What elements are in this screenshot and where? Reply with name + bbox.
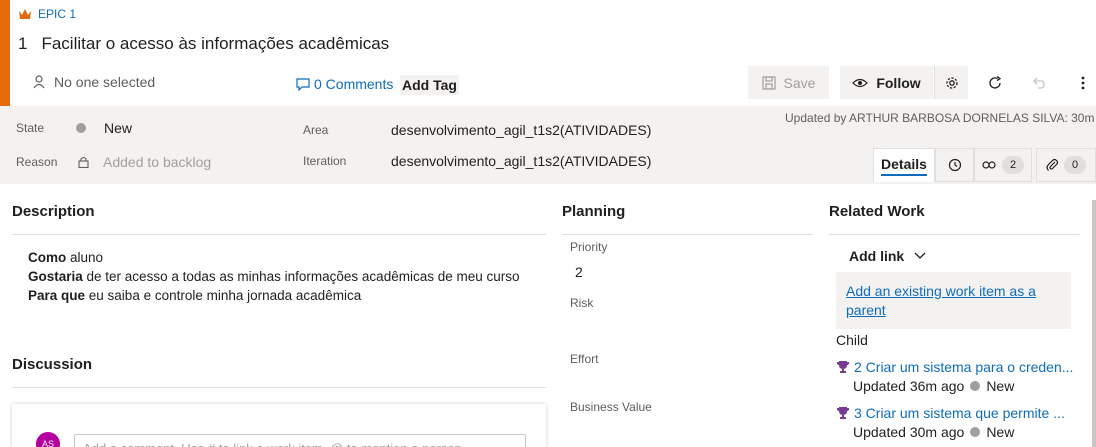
gear-icon (945, 76, 958, 89)
work-item-type: EPIC 1 (18, 7, 76, 21)
assigned-to-field[interactable]: No one selected (32, 74, 155, 90)
eye-icon (852, 78, 869, 87)
state-label: State (16, 121, 45, 135)
comments-count: 0 Comments (314, 76, 394, 92)
comment-input[interactable]: Add a comment. Use # to link a work item… (74, 434, 526, 447)
related-item[interactable]: 3 Criar um sistema que permite ... (836, 405, 1065, 421)
priority-label: Priority (570, 240, 608, 254)
attachments-count-badge: 0 (1064, 156, 1086, 174)
state-dot-icon (970, 381, 981, 391)
trophy-icon (837, 407, 849, 419)
add-parent-box: Add an existing work item as a parent (836, 272, 1071, 329)
vertical-scrollbar[interactable] (1092, 200, 1096, 447)
tab-details[interactable]: Details (873, 148, 935, 182)
tab-links[interactable]: 2 (974, 148, 1032, 182)
settings-button[interactable] (934, 66, 968, 99)
related-item-updated: Updated 36m ago (853, 378, 965, 394)
assigned-to-value: No one selected (54, 74, 156, 90)
area-label: Area (303, 123, 329, 137)
follow-button[interactable]: Follow (840, 66, 933, 99)
related-item-state: New (986, 424, 1015, 440)
child-group-label: Child (836, 332, 868, 348)
effort-label: Effort (570, 352, 599, 366)
description-body[interactable]: Como aluno Gostaria de ter acesso a toda… (28, 248, 520, 305)
risk-label: Risk (570, 296, 594, 310)
related-item-updated: Updated 30m ago (853, 424, 965, 440)
type-accent-bar (0, 0, 10, 106)
work-item-title[interactable]: Facilitar o acesso às informações acadêm… (41, 34, 389, 54)
planning-heading: Planning (562, 203, 626, 220)
refresh-icon (989, 75, 1002, 89)
priority-value[interactable]: 2 (575, 264, 583, 280)
related-item-meta: Updated 30m ago New (853, 424, 1014, 440)
title-row: 1 Facilitar o acesso às informações acad… (18, 34, 389, 54)
lock-icon (78, 156, 89, 168)
business-value-label: Business Value (570, 400, 652, 414)
comment-icon (296, 77, 310, 91)
description-heading: Description (12, 203, 95, 220)
divider (562, 234, 813, 235)
comments-link[interactable]: 0 Comments (296, 76, 393, 92)
related-item-title: 3 Criar um sistema que permite ... (854, 405, 1065, 421)
updated-by-text[interactable]: Updated by ARTHUR BARBOSA DORNELAS SILVA… (785, 111, 1096, 125)
divider (12, 234, 546, 235)
work-item-id: 1 (18, 34, 28, 53)
work-item-type-label: EPIC 1 (38, 7, 77, 21)
related-item[interactable]: 2 Criar um sistema para o creden... (836, 359, 1073, 375)
trophy-icon (837, 361, 849, 373)
iteration-value[interactable]: desenvolvimento_agil_t1s2(ATIVIDADES) (391, 153, 651, 169)
related-item-meta: Updated 36m ago New (853, 378, 1014, 394)
save-button[interactable]: Save (748, 66, 829, 99)
more-vertical-icon (1081, 76, 1085, 89)
undo-icon (1033, 77, 1045, 89)
reason-value: Added to backlog (103, 154, 212, 170)
more-actions-button[interactable] (1069, 66, 1096, 99)
paperclip-icon (1046, 158, 1058, 171)
refresh-button[interactable] (981, 66, 1009, 99)
divider (829, 234, 1079, 235)
links-count-badge: 2 (1002, 156, 1024, 174)
state-field[interactable]: New (76, 120, 132, 136)
divider (12, 387, 546, 388)
reason-field: Added to backlog (78, 154, 211, 170)
follow-label: Follow (876, 74, 921, 91)
state-dot-icon (970, 427, 981, 437)
reason-label: Reason (16, 155, 58, 169)
history-icon (948, 158, 961, 172)
chevron-down-icon (914, 252, 926, 259)
add-link-button[interactable]: Add link (849, 248, 926, 264)
related-item-state: New (986, 378, 1015, 394)
undo-button[interactable] (1025, 66, 1053, 99)
state-value: New (104, 120, 133, 136)
iteration-label: Iteration (303, 154, 347, 168)
related-item-title: 2 Criar um sistema para o creden... (854, 359, 1074, 375)
tab-attachments[interactable]: 0 (1036, 148, 1096, 182)
area-value[interactable]: desenvolvimento_agil_t1s2(ATIVIDADES) (391, 122, 651, 138)
add-link-label: Add link (849, 248, 905, 264)
crown-icon (19, 9, 31, 19)
state-dot-icon (76, 123, 86, 133)
add-tag-button[interactable]: Add Tag (400, 75, 459, 95)
person-icon (33, 75, 45, 89)
link-icon (982, 161, 996, 169)
add-parent-link[interactable]: Add an existing work item as a parent (846, 283, 1036, 318)
discussion-heading: Discussion (12, 356, 93, 373)
save-label: Save (783, 74, 816, 91)
save-icon (761, 75, 776, 90)
tab-history[interactable] (935, 148, 974, 182)
related-work-heading: Related Work (829, 203, 925, 220)
